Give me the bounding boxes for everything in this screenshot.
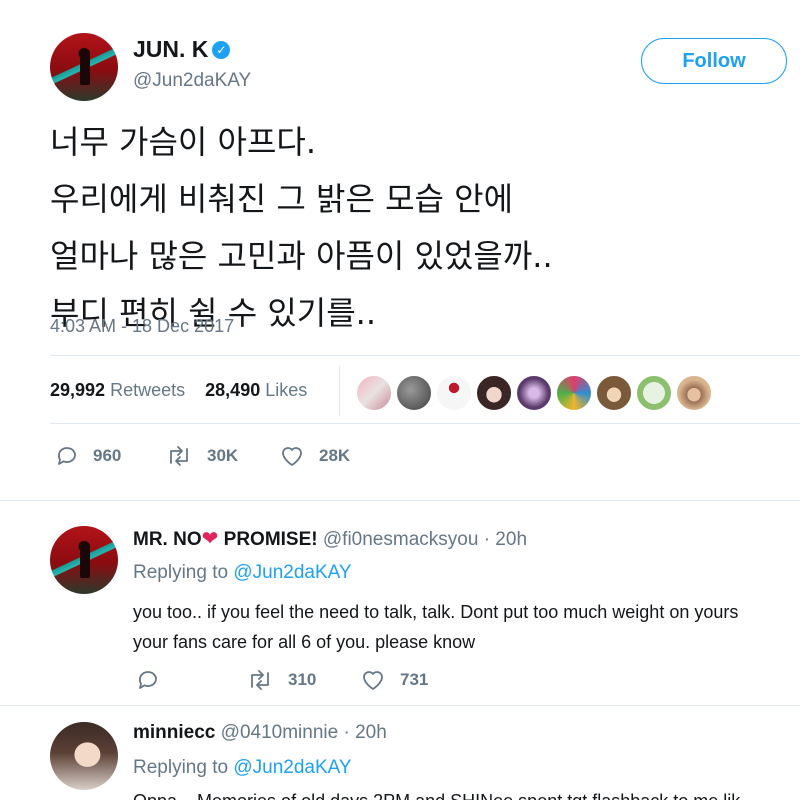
reply-author-name-part: PROMISE! [223, 529, 318, 550]
follow-button[interactable]: Follow [641, 38, 787, 84]
tweet-timestamp[interactable]: 4:03 AM - 18 Dec 2017 [50, 316, 234, 337]
tweet-text-line: 너무 가슴이 아프다. [50, 123, 317, 161]
replying-to-prefix: Replying to [133, 562, 229, 583]
replying-to-handle[interactable]: @Jun2daKAY [233, 757, 351, 778]
like-count: 731 [400, 670, 429, 689]
author-handle[interactable]: @Jun2daKAY [133, 70, 251, 92]
reply-header: MR. NO❤ PROMISE! @fi0nesmacksyou · 20h [133, 526, 527, 551]
retweets-count: 29,992 [50, 380, 106, 400]
liker-avatar[interactable] [435, 374, 473, 412]
liker-avatar[interactable] [595, 374, 633, 412]
heart-icon [282, 447, 302, 466]
reply-author-name[interactable]: MR. NO❤ PROMISE! [133, 528, 318, 550]
replying-to: Replying to @Jun2daKAY [133, 757, 352, 779]
reply-action[interactable] [136, 668, 174, 692]
divider [50, 423, 800, 424]
divider [0, 500, 800, 501]
author-name[interactable]: JUN. K [133, 36, 208, 62]
author-avatar[interactable] [50, 33, 118, 101]
reply-avatar[interactable] [50, 722, 118, 790]
replying-to: Replying to @Jun2daKAY [133, 562, 352, 584]
retweet-count: 30K [207, 446, 239, 465]
tweet-stats: 29,992 Retweets 28,490 Likes [50, 380, 307, 401]
liker-avatar[interactable] [635, 374, 673, 412]
author-name-row[interactable]: JUN. K ✓ [133, 36, 231, 63]
liker-avatar[interactable] [475, 374, 513, 412]
tweet-text: 너무 가슴이 아프다. 우리에게 비춰진 그 밝은 모습 안에 얼마나 많은 고… [50, 114, 790, 342]
stats-divider [339, 366, 340, 416]
likes-stat[interactable]: 28,490 Likes [205, 380, 307, 400]
liker-avatar[interactable] [555, 374, 593, 412]
reply-action[interactable]: 960 [55, 444, 121, 468]
retweets-label: Retweets [110, 380, 186, 400]
reply-count: 960 [93, 446, 122, 465]
retweet-count: 310 [288, 670, 317, 689]
tweet-text-line: 얼마나 많은 고민과 아픔이 있었을까.. [50, 237, 553, 275]
reply-author-handle[interactable]: @0410minnie [221, 722, 339, 743]
reply-header: minniecc @0410minnie · 20h [133, 722, 387, 744]
reply-text-line: Oppa... Memories of old days 2PM and SHI… [133, 786, 800, 800]
divider [0, 705, 800, 706]
likes-label: Likes [265, 380, 308, 400]
liker-avatar[interactable] [515, 374, 553, 412]
reply-text-line: you too.. if you feel the need to talk, … [133, 602, 739, 622]
reply-text-line: your fans care for all 6 of you. please … [133, 632, 476, 652]
reply-icon [139, 671, 157, 689]
reply-time[interactable]: · 20h [343, 722, 386, 743]
heart-icon [363, 671, 383, 690]
like-action[interactable]: 731 [360, 668, 428, 692]
liker-avatar[interactable] [355, 374, 393, 412]
liker-avatar[interactable] [395, 374, 433, 412]
reply-author-handle[interactable]: @fi0nesmacksyou [323, 529, 479, 550]
liker-avatar[interactable] [675, 374, 713, 412]
replying-to-handle[interactable]: @Jun2daKAY [233, 562, 351, 583]
replying-to-prefix: Replying to [133, 757, 229, 778]
like-count: 28K [319, 446, 351, 465]
reply-author-name-part: MR. NO [133, 529, 202, 550]
reply-time[interactable]: · 20h [484, 529, 527, 550]
reply-avatar[interactable] [50, 526, 118, 594]
retweet-icon [251, 670, 269, 690]
divider [50, 355, 800, 356]
retweets-stat[interactable]: 29,992 Retweets [50, 380, 185, 400]
retweet-icon [170, 446, 188, 466]
heart-emoji-icon: ❤ [201, 528, 219, 550]
tweet-text-line: 우리에게 비춰진 그 밝은 모습 안에 [50, 180, 514, 218]
reply-text: Oppa... Memories of old days 2PM and SHI… [133, 786, 800, 800]
retweet-action[interactable]: 310 [246, 668, 316, 692]
reply-author-name[interactable]: minniecc [133, 722, 215, 743]
reply-icon [58, 447, 76, 465]
likes-count: 28,490 [205, 380, 261, 400]
retweet-action[interactable]: 30K [165, 444, 238, 468]
verified-badge-icon: ✓ [212, 41, 231, 59]
like-action[interactable]: 28K [279, 444, 350, 468]
reply-text: you too.. if you feel the need to talk, … [133, 597, 800, 657]
